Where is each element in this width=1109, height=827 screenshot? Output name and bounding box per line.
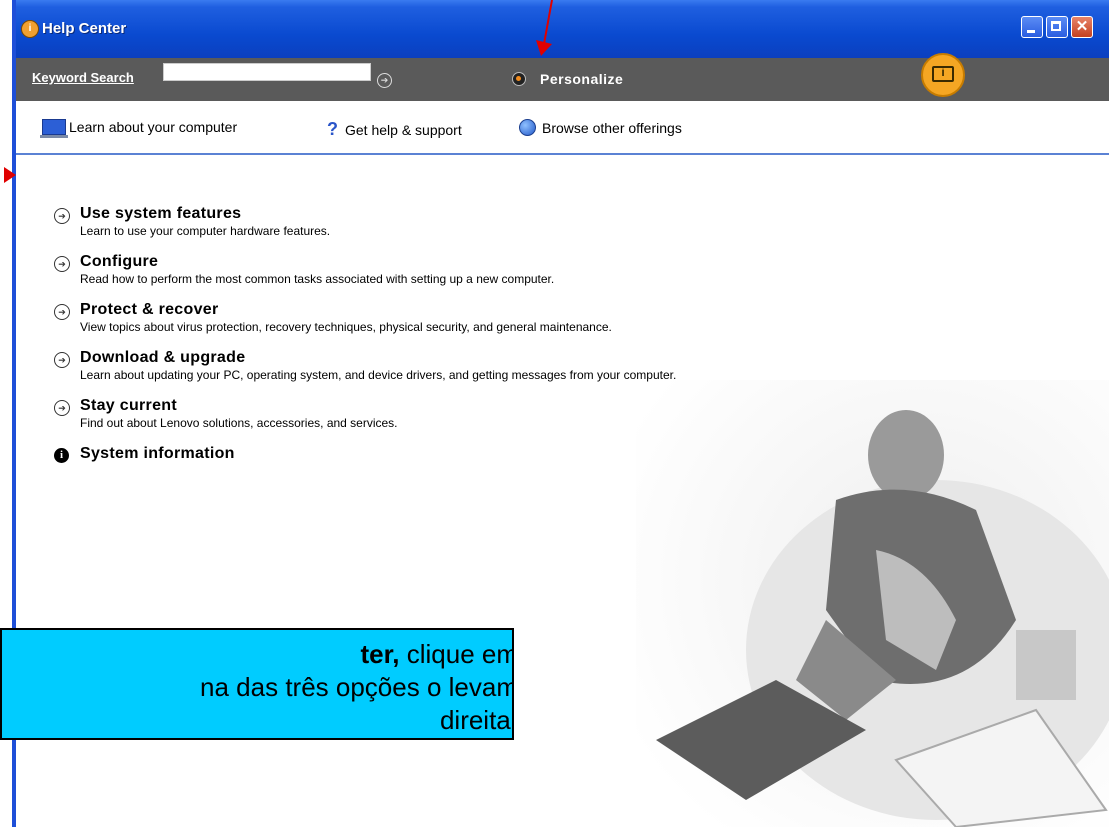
menu-item-title[interactable]: Stay current — [80, 397, 714, 415]
callout-line1-rest: clique em — [399, 639, 514, 669]
keyword-search-input[interactable] — [163, 63, 371, 81]
maximize-button[interactable] — [1046, 16, 1068, 38]
laptop-icon — [40, 119, 68, 138]
menu-item-description: Learn to use your computer hardware feat… — [80, 224, 331, 238]
info-icon: i — [54, 448, 69, 463]
menu-item-stay-current[interactable]: ➔ Stay current Find out about Lenovo sol… — [54, 397, 714, 431]
close-button[interactable]: ✕ — [1071, 16, 1093, 38]
menu-item-description: View topics about virus protection, reco… — [80, 320, 612, 334]
title-bar[interactable]: i Help Center ✕ — [16, 0, 1109, 58]
arrow-circle-icon: ➔ — [54, 352, 70, 368]
menu-item-title[interactable]: Configure — [80, 253, 714, 271]
search-go-icon[interactable]: ➔ — [377, 73, 392, 88]
callout-bold: ter, — [360, 639, 400, 669]
menu-item-download-upgrade[interactable]: ➔ Download & upgrade Learn about updatin… — [54, 349, 714, 383]
minimize-button[interactable] — [1021, 16, 1043, 38]
menu-item-protect-recover[interactable]: ➔ Protect & recover View topics about vi… — [54, 301, 714, 335]
help-book-icon: i — [921, 53, 965, 97]
menu-item-title[interactable]: Use system features — [80, 205, 714, 223]
globe-icon — [519, 119, 536, 136]
tutorial-callout-box: ter, clique em na das três opções o levam… — [0, 628, 514, 740]
annotation-arrow-right — [4, 167, 16, 183]
arrow-circle-icon: ➔ — [54, 208, 70, 224]
personalize-link[interactable]: Personalize — [540, 71, 623, 87]
arrow-circle-icon: ➔ — [54, 256, 70, 272]
nav-browse-label: Browse other offerings — [542, 120, 682, 136]
menu-item-title[interactable]: Download & upgrade — [80, 349, 714, 367]
callout-text: ter, clique em na das três opções o levam… — [2, 638, 514, 737]
annotation-arrow-down — [536, 0, 553, 56]
nav-get-help-support[interactable]: ? Get help & support — [327, 119, 462, 140]
close-icon: ✕ — [1075, 18, 1089, 35]
callout-line2: na das três opções o levam — [200, 672, 514, 702]
search-bar: Keyword Search ➔ Personalize i — [16, 53, 1109, 101]
menu-item-description: Read how to perform the most common task… — [80, 272, 555, 286]
arrow-circle-icon: ➔ — [54, 304, 70, 320]
menu-item-system-information[interactable]: i System information — [54, 445, 714, 463]
question-icon: ? — [327, 119, 338, 139]
keyword-search-label: Keyword Search — [32, 70, 134, 85]
arrow-circle-icon: ➔ — [54, 400, 70, 416]
menu-item-title[interactable]: System information — [80, 445, 714, 463]
nav-bar: Learn about your computer ? Get help & su… — [16, 101, 1109, 155]
window-title: Help Center — [42, 20, 127, 37]
nav-learn-label: Learn about your computer — [69, 119, 238, 135]
menu-item-description: Learn about updating your PC, operating … — [80, 368, 677, 382]
menu-item-title[interactable]: Protect & recover — [80, 301, 714, 319]
main-menu-list: ➔ Use system features Learn to use your … — [54, 205, 714, 477]
menu-item-description: Find out about Lenovo solutions, accesso… — [80, 416, 398, 430]
nav-help-label: Get help & support — [345, 122, 462, 138]
callout-line3: direita. — [439, 705, 514, 735]
keyword-search-label-text: Keyword Search — [32, 70, 134, 85]
menu-item-use-system-features[interactable]: ➔ Use system features Learn to use your … — [54, 205, 714, 239]
nav-learn-about-computer[interactable]: Learn about your computer — [40, 119, 238, 138]
menu-item-configure[interactable]: ➔ Configure Read how to perform the most… — [54, 253, 714, 287]
lenovo-app-icon: i — [21, 20, 39, 38]
personalize-icon[interactable] — [512, 72, 526, 86]
nav-browse-offerings[interactable]: Browse other offerings — [519, 119, 682, 136]
